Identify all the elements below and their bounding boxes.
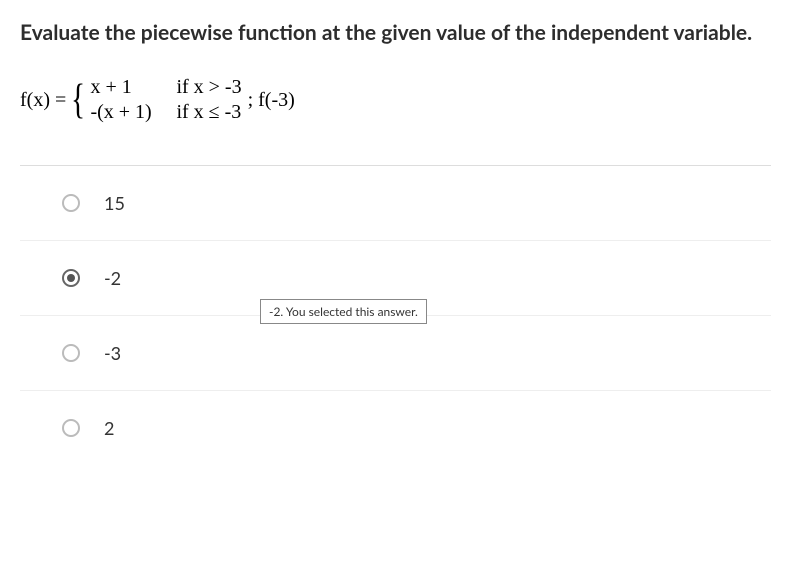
option-label: -3 [104, 342, 121, 364]
formula-lhs: f(x) = [20, 89, 68, 112]
radio-icon [62, 419, 80, 437]
case-2-expression: -(x + 1) [90, 100, 168, 125]
function-definition: f(x) = { x + 1 if x > -3 -(x + 1) if x ≤… [20, 75, 771, 125]
answer-option-4[interactable]: 2 [20, 391, 771, 465]
radio-icon [62, 344, 80, 362]
option-label: 2 [104, 417, 114, 439]
option-label: -2 [104, 267, 121, 289]
radio-icon [62, 194, 80, 212]
case-1: x + 1 if x > -3 [90, 75, 241, 100]
answer-option-3[interactable]: -3 [20, 316, 771, 391]
answer-options: 15 -2 -2. You selected this answer. -3 2 [20, 165, 771, 465]
option-label: 15 [104, 192, 125, 214]
case-1-condition: if x > -3 [176, 75, 241, 100]
case-1-expression: x + 1 [90, 75, 168, 100]
piecewise-cases: { x + 1 if x > -3 -(x + 1) if x ≤ -3 [68, 75, 241, 125]
radio-icon [62, 269, 80, 287]
question-text: Evaluate the piecewise function at the g… [20, 18, 771, 47]
case-2-condition: if x ≤ -3 [176, 100, 241, 125]
answer-option-2[interactable]: -2 -2. You selected this answer. [20, 241, 771, 316]
formula-evaluate-at: ; f(-3) [248, 89, 295, 112]
left-brace: { [71, 75, 85, 125]
case-2: -(x + 1) if x ≤ -3 [90, 100, 241, 125]
answer-option-1[interactable]: 15 [20, 166, 771, 241]
